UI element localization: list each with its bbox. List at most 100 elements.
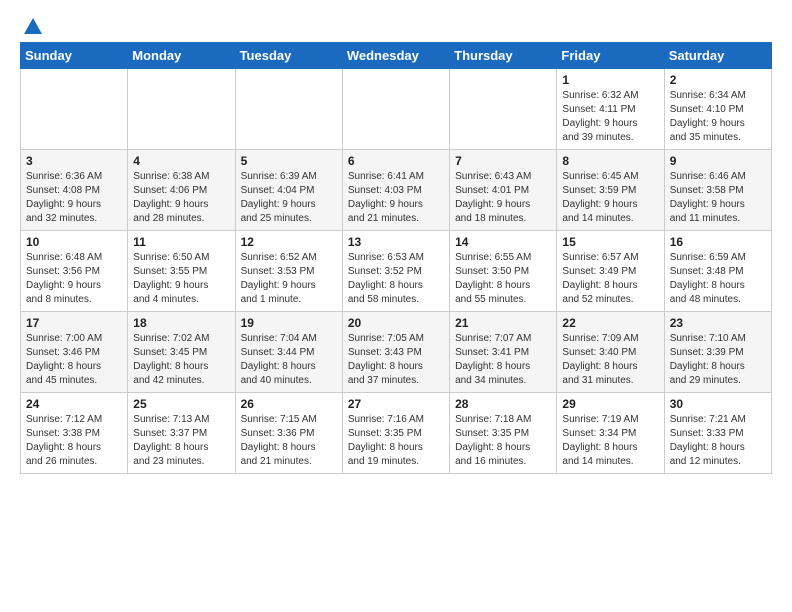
weekday-header-thursday: Thursday xyxy=(450,43,557,69)
day-info: Sunrise: 6:36 AM Sunset: 4:08 PM Dayligh… xyxy=(26,170,122,226)
calendar-cell xyxy=(450,69,557,150)
day-info: Sunrise: 6:43 AM Sunset: 4:01 PM Dayligh… xyxy=(455,170,551,226)
day-info: Sunrise: 7:18 AM Sunset: 3:35 PM Dayligh… xyxy=(455,413,551,469)
day-info: Sunrise: 6:55 AM Sunset: 3:50 PM Dayligh… xyxy=(455,251,551,307)
day-info: Sunrise: 6:53 AM Sunset: 3:52 PM Dayligh… xyxy=(348,251,444,307)
day-number: 20 xyxy=(348,316,444,330)
day-number: 25 xyxy=(133,397,229,411)
day-info: Sunrise: 7:02 AM Sunset: 3:45 PM Dayligh… xyxy=(133,332,229,388)
day-number: 6 xyxy=(348,154,444,168)
day-number: 13 xyxy=(348,235,444,249)
header xyxy=(20,16,772,34)
calendar-cell xyxy=(128,69,235,150)
day-info: Sunrise: 6:50 AM Sunset: 3:55 PM Dayligh… xyxy=(133,251,229,307)
weekday-header-monday: Monday xyxy=(128,43,235,69)
calendar-cell: 22 Sunrise: 7:09 AM Sunset: 3:40 PM Dayli… xyxy=(557,312,664,393)
week-row-3: 10 Sunrise: 6:48 AM Sunset: 3:56 PM Dayli… xyxy=(21,231,772,312)
calendar-cell: 20 Sunrise: 7:05 AM Sunset: 3:43 PM Dayli… xyxy=(342,312,449,393)
calendar-cell: 3 Sunrise: 6:36 AM Sunset: 4:08 PM Daylig… xyxy=(21,150,128,231)
day-info: Sunrise: 7:12 AM Sunset: 3:38 PM Dayligh… xyxy=(26,413,122,469)
calendar-cell: 30Sunrise: 7:21 AM Sunset: 3:33 PM Dayli… xyxy=(664,393,771,474)
calendar-cell: 13 Sunrise: 6:53 AM Sunset: 3:52 PM Dayli… xyxy=(342,231,449,312)
calendar-cell: 7 Sunrise: 6:43 AM Sunset: 4:01 PM Daylig… xyxy=(450,150,557,231)
calendar-cell: 17 Sunrise: 7:00 AM Sunset: 3:46 PM Dayli… xyxy=(21,312,128,393)
day-number: 27 xyxy=(348,397,444,411)
day-number: 1 xyxy=(562,73,658,87)
calendar-cell: 4 Sunrise: 6:38 AM Sunset: 4:06 PM Daylig… xyxy=(128,150,235,231)
logo-icon xyxy=(22,16,44,38)
calendar-cell xyxy=(21,69,128,150)
day-info: Sunrise: 7:09 AM Sunset: 3:40 PM Dayligh… xyxy=(562,332,658,388)
day-number: 15 xyxy=(562,235,658,249)
day-number: 9 xyxy=(670,154,766,168)
calendar-cell: 16 Sunrise: 6:59 AM Sunset: 3:48 PM Dayli… xyxy=(664,231,771,312)
day-number: 17 xyxy=(26,316,122,330)
week-row-5: 24Sunrise: 7:12 AM Sunset: 3:38 PM Dayli… xyxy=(21,393,772,474)
day-number: 11 xyxy=(133,235,229,249)
day-number: 28 xyxy=(455,397,551,411)
day-number: 12 xyxy=(241,235,337,249)
day-number: 3 xyxy=(26,154,122,168)
day-info: Sunrise: 6:57 AM Sunset: 3:49 PM Dayligh… xyxy=(562,251,658,307)
calendar-cell: 25 Sunrise: 7:13 AM Sunset: 3:37 PM Dayli… xyxy=(128,393,235,474)
day-number: 22 xyxy=(562,316,658,330)
day-number: 16 xyxy=(670,235,766,249)
calendar-cell: 8Sunrise: 6:45 AM Sunset: 3:59 PM Daylig… xyxy=(557,150,664,231)
weekday-header-row: SundayMondayTuesdayWednesdayThursdayFrid… xyxy=(21,43,772,69)
calendar-cell xyxy=(342,69,449,150)
weekday-header-tuesday: Tuesday xyxy=(235,43,342,69)
day-info: Sunrise: 7:00 AM Sunset: 3:46 PM Dayligh… xyxy=(26,332,122,388)
weekday-header-saturday: Saturday xyxy=(664,43,771,69)
day-info: Sunrise: 6:34 AM Sunset: 4:10 PM Dayligh… xyxy=(670,89,766,145)
day-number: 30 xyxy=(670,397,766,411)
calendar-cell: 24Sunrise: 7:12 AM Sunset: 3:38 PM Dayli… xyxy=(21,393,128,474)
calendar-cell: 18 Sunrise: 7:02 AM Sunset: 3:45 PM Dayli… xyxy=(128,312,235,393)
day-info: Sunrise: 6:39 AM Sunset: 4:04 PM Dayligh… xyxy=(241,170,337,226)
day-info: Sunrise: 6:59 AM Sunset: 3:48 PM Dayligh… xyxy=(670,251,766,307)
calendar-cell: 19 Sunrise: 7:04 AM Sunset: 3:44 PM Dayli… xyxy=(235,312,342,393)
weekday-header-friday: Friday xyxy=(557,43,664,69)
day-info: Sunrise: 7:19 AM Sunset: 3:34 PM Dayligh… xyxy=(562,413,658,469)
calendar-cell: 27Sunrise: 7:16 AM Sunset: 3:35 PM Dayli… xyxy=(342,393,449,474)
day-info: Sunrise: 7:15 AM Sunset: 3:36 PM Dayligh… xyxy=(241,413,337,469)
day-number: 14 xyxy=(455,235,551,249)
day-info: Sunrise: 6:38 AM Sunset: 4:06 PM Dayligh… xyxy=(133,170,229,226)
day-number: 4 xyxy=(133,154,229,168)
day-number: 21 xyxy=(455,316,551,330)
day-number: 18 xyxy=(133,316,229,330)
calendar-cell: 15 Sunrise: 6:57 AM Sunset: 3:49 PM Dayli… xyxy=(557,231,664,312)
day-info: Sunrise: 7:05 AM Sunset: 3:43 PM Dayligh… xyxy=(348,332,444,388)
calendar: SundayMondayTuesdayWednesdayThursdayFrid… xyxy=(20,42,772,474)
day-number: 10 xyxy=(26,235,122,249)
calendar-cell: 1Sunrise: 6:32 AM Sunset: 4:11 PM Daylig… xyxy=(557,69,664,150)
day-info: Sunrise: 6:52 AM Sunset: 3:53 PM Dayligh… xyxy=(241,251,337,307)
week-row-4: 17 Sunrise: 7:00 AM Sunset: 3:46 PM Dayli… xyxy=(21,312,772,393)
day-info: Sunrise: 6:46 AM Sunset: 3:58 PM Dayligh… xyxy=(670,170,766,226)
week-row-1: 1Sunrise: 6:32 AM Sunset: 4:11 PM Daylig… xyxy=(21,69,772,150)
day-number: 7 xyxy=(455,154,551,168)
weekday-header-wednesday: Wednesday xyxy=(342,43,449,69)
calendar-cell: 26Sunrise: 7:15 AM Sunset: 3:36 PM Dayli… xyxy=(235,393,342,474)
day-number: 29 xyxy=(562,397,658,411)
calendar-cell: 9 Sunrise: 6:46 AM Sunset: 3:58 PM Daylig… xyxy=(664,150,771,231)
day-number: 5 xyxy=(241,154,337,168)
day-info: Sunrise: 7:07 AM Sunset: 3:41 PM Dayligh… xyxy=(455,332,551,388)
day-info: Sunrise: 7:10 AM Sunset: 3:39 PM Dayligh… xyxy=(670,332,766,388)
day-number: 23 xyxy=(670,316,766,330)
day-info: Sunrise: 6:41 AM Sunset: 4:03 PM Dayligh… xyxy=(348,170,444,226)
day-info: Sunrise: 6:48 AM Sunset: 3:56 PM Dayligh… xyxy=(26,251,122,307)
weekday-header-sunday: Sunday xyxy=(21,43,128,69)
calendar-cell xyxy=(235,69,342,150)
calendar-cell: 14 Sunrise: 6:55 AM Sunset: 3:50 PM Dayli… xyxy=(450,231,557,312)
calendar-cell: 6 Sunrise: 6:41 AM Sunset: 4:03 PM Daylig… xyxy=(342,150,449,231)
day-number: 8 xyxy=(562,154,658,168)
calendar-cell: 21 Sunrise: 7:07 AM Sunset: 3:41 PM Dayli… xyxy=(450,312,557,393)
calendar-cell: 12 Sunrise: 6:52 AM Sunset: 3:53 PM Dayli… xyxy=(235,231,342,312)
calendar-cell: 23 Sunrise: 7:10 AM Sunset: 3:39 PM Dayli… xyxy=(664,312,771,393)
day-info: Sunrise: 7:13 AM Sunset: 3:37 PM Dayligh… xyxy=(133,413,229,469)
week-row-2: 3 Sunrise: 6:36 AM Sunset: 4:08 PM Daylig… xyxy=(21,150,772,231)
page: SundayMondayTuesdayWednesdayThursdayFrid… xyxy=(0,0,792,484)
day-number: 19 xyxy=(241,316,337,330)
calendar-cell: 28 Sunrise: 7:18 AM Sunset: 3:35 PM Dayli… xyxy=(450,393,557,474)
day-info: Sunrise: 7:04 AM Sunset: 3:44 PM Dayligh… xyxy=(241,332,337,388)
